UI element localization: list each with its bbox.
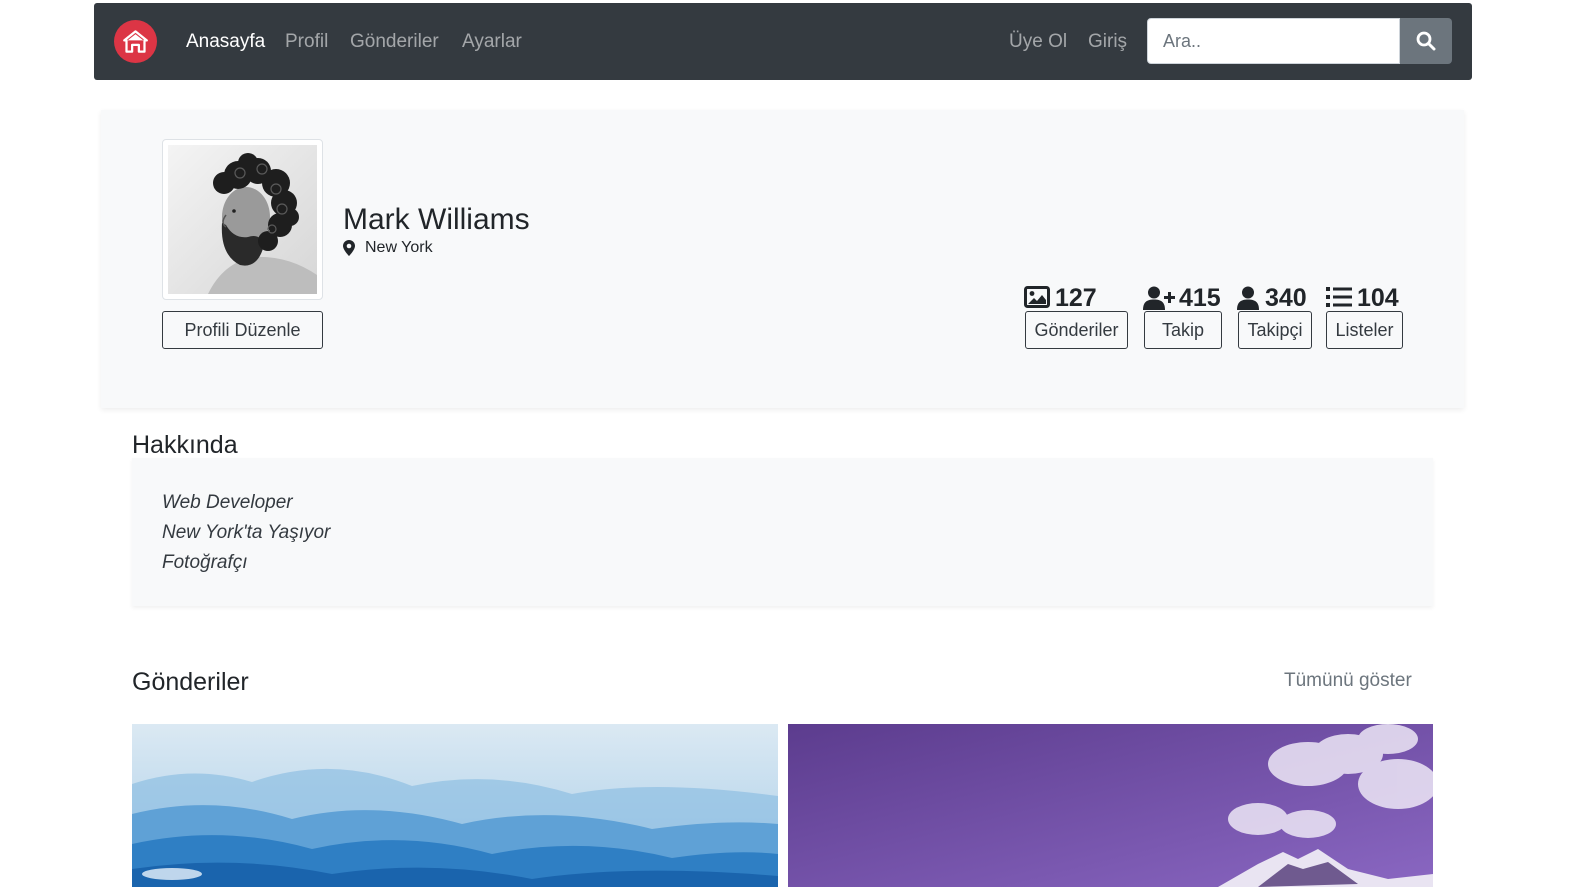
post-image-mountains-blue[interactable]	[132, 724, 778, 887]
top-navbar: Anasayfa Profil Gönderiler Ayarlar Üye O…	[94, 3, 1472, 80]
map-marker-icon	[343, 240, 355, 256]
nav-link-ayarlar[interactable]: Ayarlar	[462, 30, 522, 54]
stat-followers-count: 340	[1237, 282, 1327, 314]
stat-lists-number: 104	[1357, 284, 1399, 312]
list-icon	[1326, 287, 1352, 307]
avatar	[162, 139, 323, 300]
posts-title: Gönderiler	[132, 668, 249, 696]
nav-link-profil[interactable]: Profil	[285, 30, 328, 54]
images-icon	[1024, 286, 1050, 308]
profile-photo	[168, 145, 317, 294]
search-input[interactable]	[1147, 18, 1400, 64]
nav-link-gonderiler[interactable]: Gönderiler	[350, 30, 439, 54]
signup-link[interactable]: Üye Ol	[1009, 30, 1067, 54]
search-icon	[1416, 31, 1436, 51]
stat-following-count: 415	[1143, 282, 1238, 314]
stat-followers-number: 340	[1265, 284, 1307, 312]
brand-logo[interactable]	[114, 20, 157, 63]
location-text: New York	[365, 239, 433, 256]
post-image	[788, 724, 1433, 887]
followers-stat-button[interactable]: Takipçi	[1238, 311, 1312, 349]
home-icon	[123, 30, 148, 53]
about-title: Hakkında	[132, 431, 238, 459]
about-line: New York'ta Yaşıyor	[162, 522, 331, 543]
profile-card: Profili Düzenle Mark Williams New York 1…	[101, 110, 1464, 408]
login-link[interactable]: Giriş	[1088, 30, 1127, 54]
post-image	[132, 724, 778, 887]
user-icon	[1237, 286, 1259, 310]
stat-lists-count: 104	[1326, 282, 1416, 314]
posts-stat-button[interactable]: Gönderiler	[1025, 311, 1128, 349]
about-box: Web Developer New York'ta Yaşıyor Fotoğr…	[132, 458, 1433, 606]
user-plus-icon	[1143, 286, 1175, 310]
stat-posts-count: 127	[1024, 282, 1114, 314]
nav-link-anasayfa[interactable]: Anasayfa	[186, 30, 265, 54]
search-button[interactable]	[1400, 18, 1452, 64]
lists-stat-button[interactable]: Listeler	[1326, 311, 1403, 349]
show-all-link[interactable]: Tümünü göster	[1284, 669, 1412, 693]
profile-name: Mark Williams	[343, 203, 530, 236]
edit-profile-button[interactable]: Profili Düzenle	[162, 311, 323, 349]
stat-following-number: 415	[1179, 284, 1221, 312]
following-stat-button[interactable]: Takip	[1144, 311, 1222, 349]
post-image-mountains-purple[interactable]	[788, 724, 1433, 887]
about-line: Web Developer	[162, 492, 293, 513]
about-line: Fotoğrafçı	[162, 552, 248, 573]
stat-posts-number: 127	[1055, 284, 1097, 312]
